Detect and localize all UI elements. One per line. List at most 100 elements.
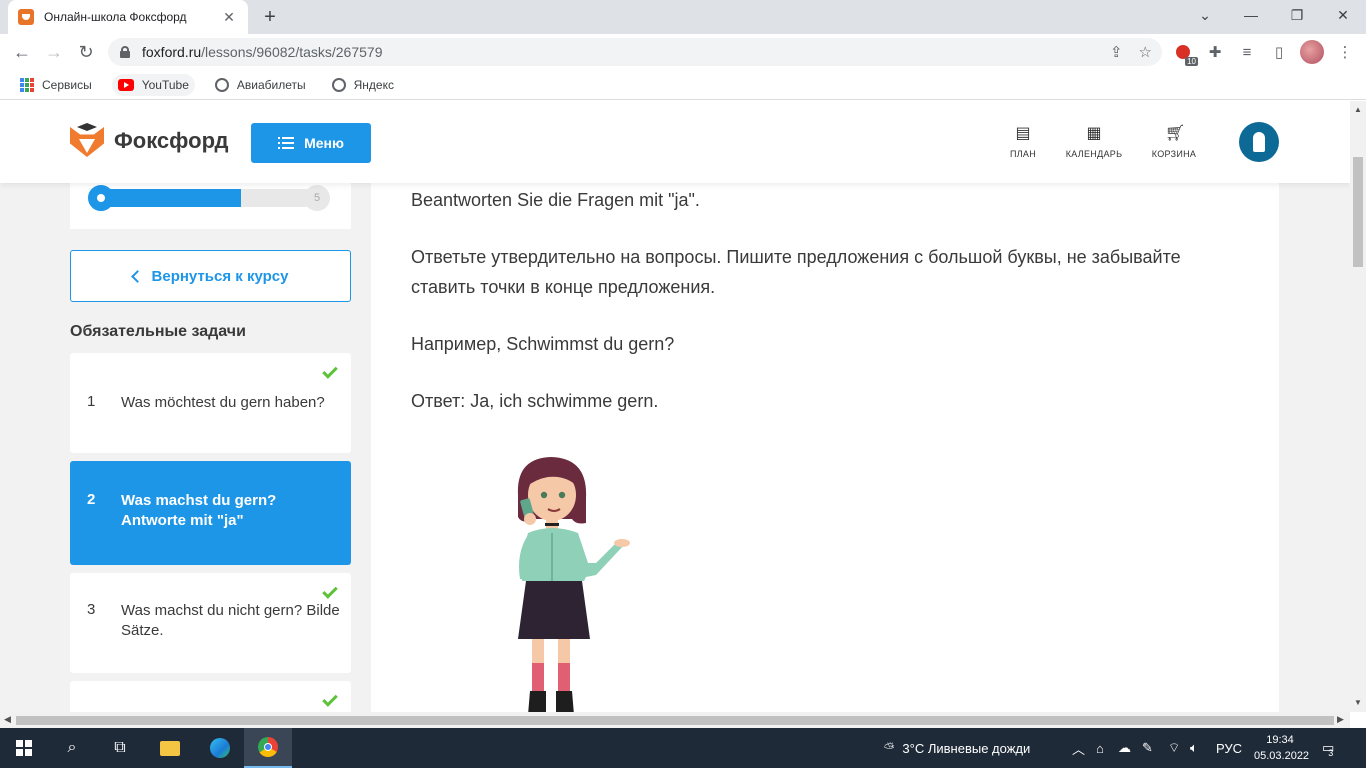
bookmark-label: Авиабилеты	[236, 77, 306, 92]
language-indicator[interactable]: РУС	[1216, 728, 1242, 768]
menu-label: Меню	[304, 135, 344, 151]
task-number: 3	[87, 601, 96, 618]
windows-taskbar: ⌕ ⧉ ⛅︎ 3°C Ливневые дожди ︿ ⌂ ☁ ✎ ⌔ 🔈︎ Р…	[0, 728, 1366, 768]
show-hidden-icons[interactable]: ︿	[1072, 728, 1085, 768]
example-question: Например, Schwimmst du gern?	[411, 334, 675, 354]
nav-label: КАЛЕНДАРЬ	[1065, 149, 1123, 159]
network-icon[interactable]: ⌔	[1168, 728, 1180, 768]
forward-arrow-icon[interactable]: →	[42, 40, 66, 64]
foxford-logo[interactable]: Фоксфорд	[70, 123, 228, 159]
task-number: 1	[87, 393, 96, 410]
volume-icon[interactable]: 🔈︎	[1190, 728, 1198, 768]
weather-widget[interactable]: ⛅︎ 3°C Ливневые дожди	[884, 728, 1030, 768]
task-instruction-ru: Ответьте утвердительно на вопросы. Пишит…	[411, 247, 1181, 297]
task-item-4[interactable]	[70, 681, 351, 712]
vertical-scroll-thumb[interactable]	[1353, 157, 1363, 267]
keyboard-icon[interactable]: ✎	[1142, 728, 1153, 768]
bookmark-star-icon[interactable]: ☆	[1139, 43, 1152, 61]
progress-current-marker[interactable]	[88, 185, 114, 211]
foxford-favicon-icon	[18, 9, 34, 25]
bookmark-label: Сервисы	[42, 77, 92, 92]
edge-icon[interactable]	[196, 728, 244, 768]
vertical-scrollbar[interactable]: ▲ ▼	[1350, 101, 1366, 712]
address-bar[interactable]: foxford.ru /lessons/96082/tasks/267579 ⇪…	[108, 38, 1162, 66]
bookmark-aviabilety[interactable]: Авиабилеты	[209, 74, 312, 96]
bookmark-services[interactable]: Сервисы	[14, 74, 98, 96]
chrome-menu-icon[interactable]: ⋮	[1334, 41, 1356, 63]
clock-time: 19:34	[1266, 734, 1294, 746]
check-icon	[322, 691, 338, 707]
scroll-down-arrow-icon[interactable]: ▼	[1354, 698, 1362, 707]
chrome-taskbar-icon[interactable]	[244, 728, 292, 768]
weather-text: 3°C Ливневые дожди	[902, 740, 1031, 756]
close-window-button[interactable]: ✕	[1320, 0, 1366, 30]
nav-cart[interactable]: 🛒︎ КОРЗИНА	[1150, 125, 1198, 159]
scroll-up-arrow-icon[interactable]: ▲	[1354, 105, 1362, 114]
bookmark-youtube[interactable]: YouTube	[111, 73, 195, 96]
task-item-2[interactable]: 2 Was machst du gern? Antworte mit "ja"	[70, 461, 351, 565]
minimize-button[interactable]: —	[1228, 0, 1274, 30]
globe-icon	[214, 77, 229, 92]
scroll-right-arrow-icon[interactable]: ▶	[1337, 714, 1344, 725]
menu-button[interactable]: Меню	[251, 123, 371, 163]
task-item-3[interactable]: 3 Was machst du nicht gern? Bilde Sätze.	[70, 573, 351, 673]
tab-close-icon[interactable]: ✕	[220, 9, 238, 26]
clock[interactable]: 19:34 05.03.2022	[1254, 732, 1309, 764]
chevron-left-icon	[130, 269, 144, 283]
windows-logo-icon	[16, 740, 32, 756]
task-number: 2	[87, 491, 96, 508]
search-icon[interactable]: ⌕	[48, 728, 96, 768]
start-button[interactable]	[0, 728, 48, 768]
nav-plan[interactable]: ▤ ПЛАН	[1008, 125, 1038, 159]
notifications-button[interactable]: ▭ 3	[1322, 728, 1334, 768]
back-label: Вернуться к курсу	[151, 267, 289, 285]
share-icon[interactable]: ⇪	[1110, 43, 1123, 61]
bookmarks-bar: Сервисы YouTube Авиабилеты Яндекс	[0, 70, 1366, 100]
check-icon	[322, 363, 338, 379]
bookmark-yandex[interactable]: Яндекс	[326, 74, 400, 96]
browser-tab-strip: Онлайн-школа Фоксфорд ✕ + ⌄ — ❐ ✕	[0, 0, 1366, 34]
onedrive-icon[interactable]: ☁	[1118, 728, 1131, 768]
task-content: Beantworten Sie die Fragen mit "ja". Отв…	[371, 183, 1279, 712]
tray-app-icon[interactable]: ⌂	[1096, 728, 1104, 768]
globe-icon	[331, 77, 346, 92]
task-item-1[interactable]: 1 Was möchtest du gern haben?	[70, 353, 351, 453]
lesson-progress: 5	[70, 183, 351, 229]
hamburger-icon	[278, 137, 295, 149]
puzzle-extensions-icon[interactable]: ✚	[1204, 41, 1226, 63]
logo-text: Фоксфорд	[114, 128, 229, 153]
horizontal-scrollbar[interactable]: ◀ ▶	[0, 712, 1350, 728]
nav-calendar[interactable]: ▦ КАЛЕНДАРЬ	[1064, 125, 1124, 159]
media-control-icon[interactable]: ≡	[1236, 41, 1258, 63]
lock-icon[interactable]	[120, 46, 130, 58]
task-title: Was machst du nicht gern? Bilde Sätze.	[121, 602, 340, 639]
new-tab-button[interactable]: +	[258, 5, 282, 29]
progress-track: 5	[88, 185, 330, 211]
bookmark-label: Яндекс	[353, 77, 394, 92]
back-arrow-icon[interactable]: ←	[10, 40, 34, 64]
adblock-extension-icon[interactable]: 10	[1172, 41, 1198, 66]
profile-avatar[interactable]	[1300, 40, 1324, 64]
side-panel-icon[interactable]: ▯	[1268, 41, 1290, 63]
apps-grid-icon	[20, 77, 34, 92]
bookmark-label: YouTube	[141, 77, 189, 92]
weather-icon: ⛅︎	[884, 740, 895, 755]
reload-icon[interactable]: ↻	[74, 40, 98, 64]
browser-tab[interactable]: Онлайн-школа Фоксфорд ✕	[8, 0, 248, 34]
browser-toolbar: ← → ↻ foxford.ru /lessons/96082/tasks/26…	[0, 34, 1366, 70]
horizontal-scroll-thumb[interactable]	[16, 716, 1334, 725]
file-explorer-icon[interactable]	[146, 728, 194, 768]
restore-button[interactable]: ❐	[1274, 0, 1320, 30]
back-to-course-button[interactable]: Вернуться к курсу	[70, 250, 351, 302]
task-view-icon[interactable]: ⧉	[96, 728, 144, 768]
notification-count: 3	[1328, 748, 1334, 758]
youtube-icon	[117, 78, 134, 91]
avatar-figure-icon	[1253, 132, 1265, 152]
nav-label: ПЛАН	[1009, 149, 1037, 159]
user-avatar[interactable]	[1239, 122, 1279, 162]
progress-end-label[interactable]: 5	[304, 185, 330, 211]
scroll-left-arrow-icon[interactable]: ◀	[4, 714, 11, 725]
tab-search-icon[interactable]: ⌄	[1182, 0, 1228, 30]
girl-with-phone-illustration	[517, 457, 630, 712]
task-title: Was machst du gern? Antworte mit "ja"	[121, 492, 277, 529]
